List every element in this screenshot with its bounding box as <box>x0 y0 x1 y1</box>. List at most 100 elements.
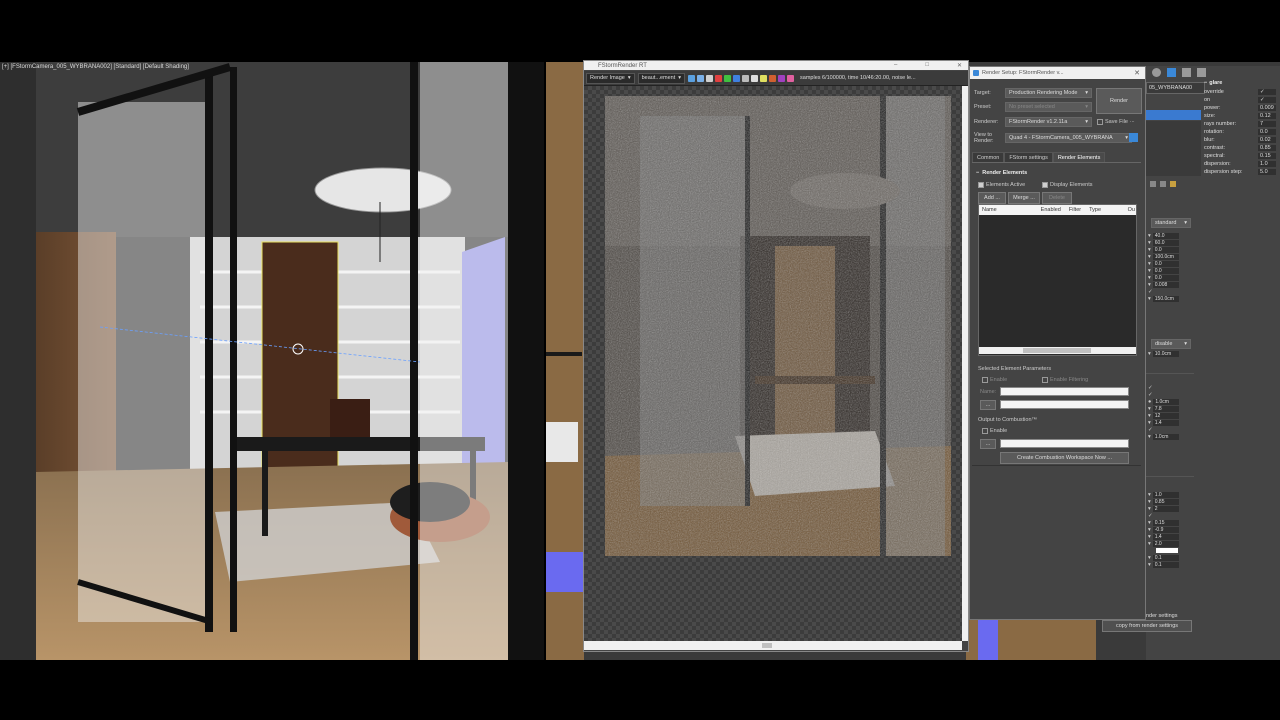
modify-tab-icon[interactable] <box>1167 68 1176 77</box>
add-element-button[interactable]: Add ... <box>978 192 1006 204</box>
create-combustion-workspace-button[interactable]: Create Combustion Workspace Now ... <box>1000 452 1129 464</box>
check-row-2[interactable]: ✓ <box>1148 391 1192 398</box>
glare-param-value[interactable]: 0.009 <box>1258 105 1276 111</box>
glare-param-value[interactable]: ✓ <box>1258 97 1276 103</box>
glare-param-row[interactable]: rays number: 7 <box>1204 120 1276 128</box>
checkbox-row[interactable]: ✓ <box>1148 288 1192 295</box>
clone-icon[interactable] <box>706 74 714 82</box>
render-elements-rollout-title[interactable]: − Render Elements <box>976 170 1027 176</box>
pin-stack-icon[interactable] <box>1150 181 1156 187</box>
spinner-d6[interactable]: ▾ 1.4 <box>1148 533 1192 540</box>
spinner-c3[interactable]: ▾ 12 <box>1148 412 1192 419</box>
preset-select[interactable]: standard ▾ <box>1151 218 1191 228</box>
region-icon[interactable] <box>760 74 768 82</box>
column-enabled[interactable]: Enabled <box>1041 207 1061 213</box>
scrollbar-thumb[interactable] <box>762 643 772 648</box>
column-output[interactable]: Ou <box>1128 207 1135 213</box>
glare-param-value[interactable]: 0.85 <box>1258 145 1276 151</box>
glare-param-row[interactable]: override ✓ <box>1204 88 1276 96</box>
spinner-3[interactable]: ▾ 0.0 <box>1148 246 1192 253</box>
combustion-browse[interactable]: ... <box>980 439 996 449</box>
merge-element-button[interactable]: Merge ... <box>1008 192 1040 204</box>
stop-icon[interactable] <box>769 74 777 82</box>
spinner-d4[interactable]: ▾ 0.15 <box>1148 519 1192 526</box>
glare-param-value[interactable]: 5.0 <box>1258 169 1276 175</box>
delete-element-button[interactable]: Delete <box>1042 192 1072 204</box>
color-swatch-row[interactable] <box>1148 547 1192 554</box>
render-button[interactable]: Render <box>1096 88 1142 114</box>
close-icon[interactable]: ✕ <box>1134 69 1140 77</box>
glare-param-row[interactable]: dispersion step: 5.0 <box>1204 168 1276 176</box>
spinner-c6[interactable]: ▾ 1.0cm <box>1148 433 1192 440</box>
spinner-d10[interactable]: ▾ 0.1 <box>1148 561 1192 568</box>
utilities-tab-icon[interactable] <box>1197 68 1206 77</box>
target-select[interactable]: Production Rendering Mode ▾ <box>1005 88 1092 98</box>
copy-from-render-settings-button[interactable]: copy from render settings <box>1102 620 1192 632</box>
column-name[interactable]: Name <box>982 207 997 213</box>
view-to-render-select[interactable]: Quad 4 - FStormCamera_005_WYBRANA ▾ <box>1005 133 1132 143</box>
glare-param-value[interactable]: ✓ <box>1258 89 1276 95</box>
glare-param-row[interactable]: contrast: 0.85 <box>1204 144 1276 152</box>
configure-sets-icon[interactable] <box>1170 181 1176 187</box>
scrollbar-thumb[interactable] <box>1023 348 1091 353</box>
spinner-c2[interactable]: ▾ 7.8 <box>1148 405 1192 412</box>
show-end-result-icon[interactable] <box>1160 181 1166 187</box>
enable-filtering-checkbox[interactable]: Enable Filtering <box>1042 377 1088 383</box>
lock-view-icon[interactable] <box>1129 133 1138 142</box>
column-type[interactable]: Type <box>1089 207 1101 213</box>
element-output-path-field[interactable] <box>1000 400 1129 409</box>
spinner-d7[interactable]: ▾ 2.0 <box>1148 540 1192 547</box>
glare-param-row[interactable]: size: 0.12 <box>1204 112 1276 120</box>
green-channel-icon[interactable] <box>724 74 732 82</box>
viewport-label[interactable]: [+] [FStormCamera_005_WYBRANA002] [Stand… <box>2 64 189 70</box>
maximize-icon[interactable]: □ <box>925 62 929 69</box>
render-element-select[interactable]: beaut...ement ▾ <box>637 72 686 84</box>
display-elements-check[interactable] <box>1042 182 1048 188</box>
frame-buffer-titlebar[interactable]: FStormRender RT – □ ✕ <box>584 61 968 70</box>
element-output-browse[interactable]: ... <box>980 400 996 410</box>
settings-icon[interactable] <box>778 74 786 82</box>
spinner-6[interactable]: ▾ 0.0 <box>1148 267 1192 274</box>
object-name-field[interactable]: 05_WYBRANA00 <box>1146 82 1205 94</box>
check-row-1[interactable]: ✓ <box>1148 384 1192 391</box>
elements-active-checkbox[interactable]: Elements Active <box>978 182 1025 188</box>
copy-icon[interactable] <box>697 74 705 82</box>
close-icon[interactable]: ✕ <box>957 62 962 69</box>
spinner-c4[interactable]: ▾ 1.4 <box>1148 419 1192 426</box>
table-horizontal-scrollbar[interactable] <box>979 347 1136 354</box>
check-row-d[interactable]: ✓ <box>1148 512 1192 519</box>
frame-buffer-window[interactable]: FStormRender RT – □ ✕ Render Image ▾ beau… <box>583 60 969 652</box>
create-tab-icon[interactable] <box>1152 68 1161 77</box>
frame-buffer-canvas[interactable] <box>584 86 962 641</box>
spinner-d9[interactable]: ▾ 0.1 <box>1148 554 1192 561</box>
display-tab-icon[interactable] <box>1182 68 1191 77</box>
spinner-c1[interactable]: ● 1.0cm <box>1148 398 1192 405</box>
spinner-4[interactable]: ▾ 100.0cm <box>1148 253 1192 260</box>
enable-check[interactable] <box>982 377 988 383</box>
glare-param-value[interactable]: 1.0 <box>1258 161 1276 167</box>
spinner-d1[interactable]: ▾ 1.0 <box>1148 491 1192 498</box>
preset-select[interactable]: No preset selected ▾ <box>1005 102 1092 112</box>
glare-param-row[interactable]: spectral: 0.15 <box>1204 152 1276 160</box>
elements-active-check[interactable] <box>978 182 984 188</box>
spinner-d5[interactable]: ▾ -0.9 <box>1148 526 1192 533</box>
render-setup-window[interactable]: Render Setup: FStormRender v... ✕ Target… <box>969 66 1146 620</box>
glare-param-row[interactable]: power: 0.009 <box>1204 104 1276 112</box>
alpha-channel-icon[interactable] <box>742 74 750 82</box>
glare-param-row[interactable]: blur: 0.02 <box>1204 136 1276 144</box>
render-mode-select[interactable]: Render Image ▾ <box>586 72 635 84</box>
save-file-checkbox[interactable]: Save File <box>1097 119 1128 125</box>
spinner-8[interactable]: ▾ 0.008 <box>1148 281 1192 288</box>
check-row-3[interactable]: ✓ <box>1148 426 1192 433</box>
glare-param-value[interactable]: 0.0 <box>1258 129 1276 135</box>
enable-checkbox[interactable]: Enable <box>982 377 1007 383</box>
spinner-d3[interactable]: ▾ 2 <box>1148 505 1192 512</box>
save-icon[interactable] <box>688 74 696 82</box>
renderer-select[interactable]: FStormRender v1.2.11a ▾ <box>1005 117 1092 127</box>
display-elements-checkbox[interactable]: Display Elements <box>1042 182 1093 188</box>
glare-param-value[interactable]: 7 <box>1258 121 1276 127</box>
glare-param-value[interactable]: 0.02 <box>1258 137 1276 143</box>
frame-buffer-vertical-scrollbar[interactable] <box>962 86 968 641</box>
combustion-enable-check[interactable] <box>982 428 988 434</box>
mono-icon[interactable] <box>751 74 759 82</box>
